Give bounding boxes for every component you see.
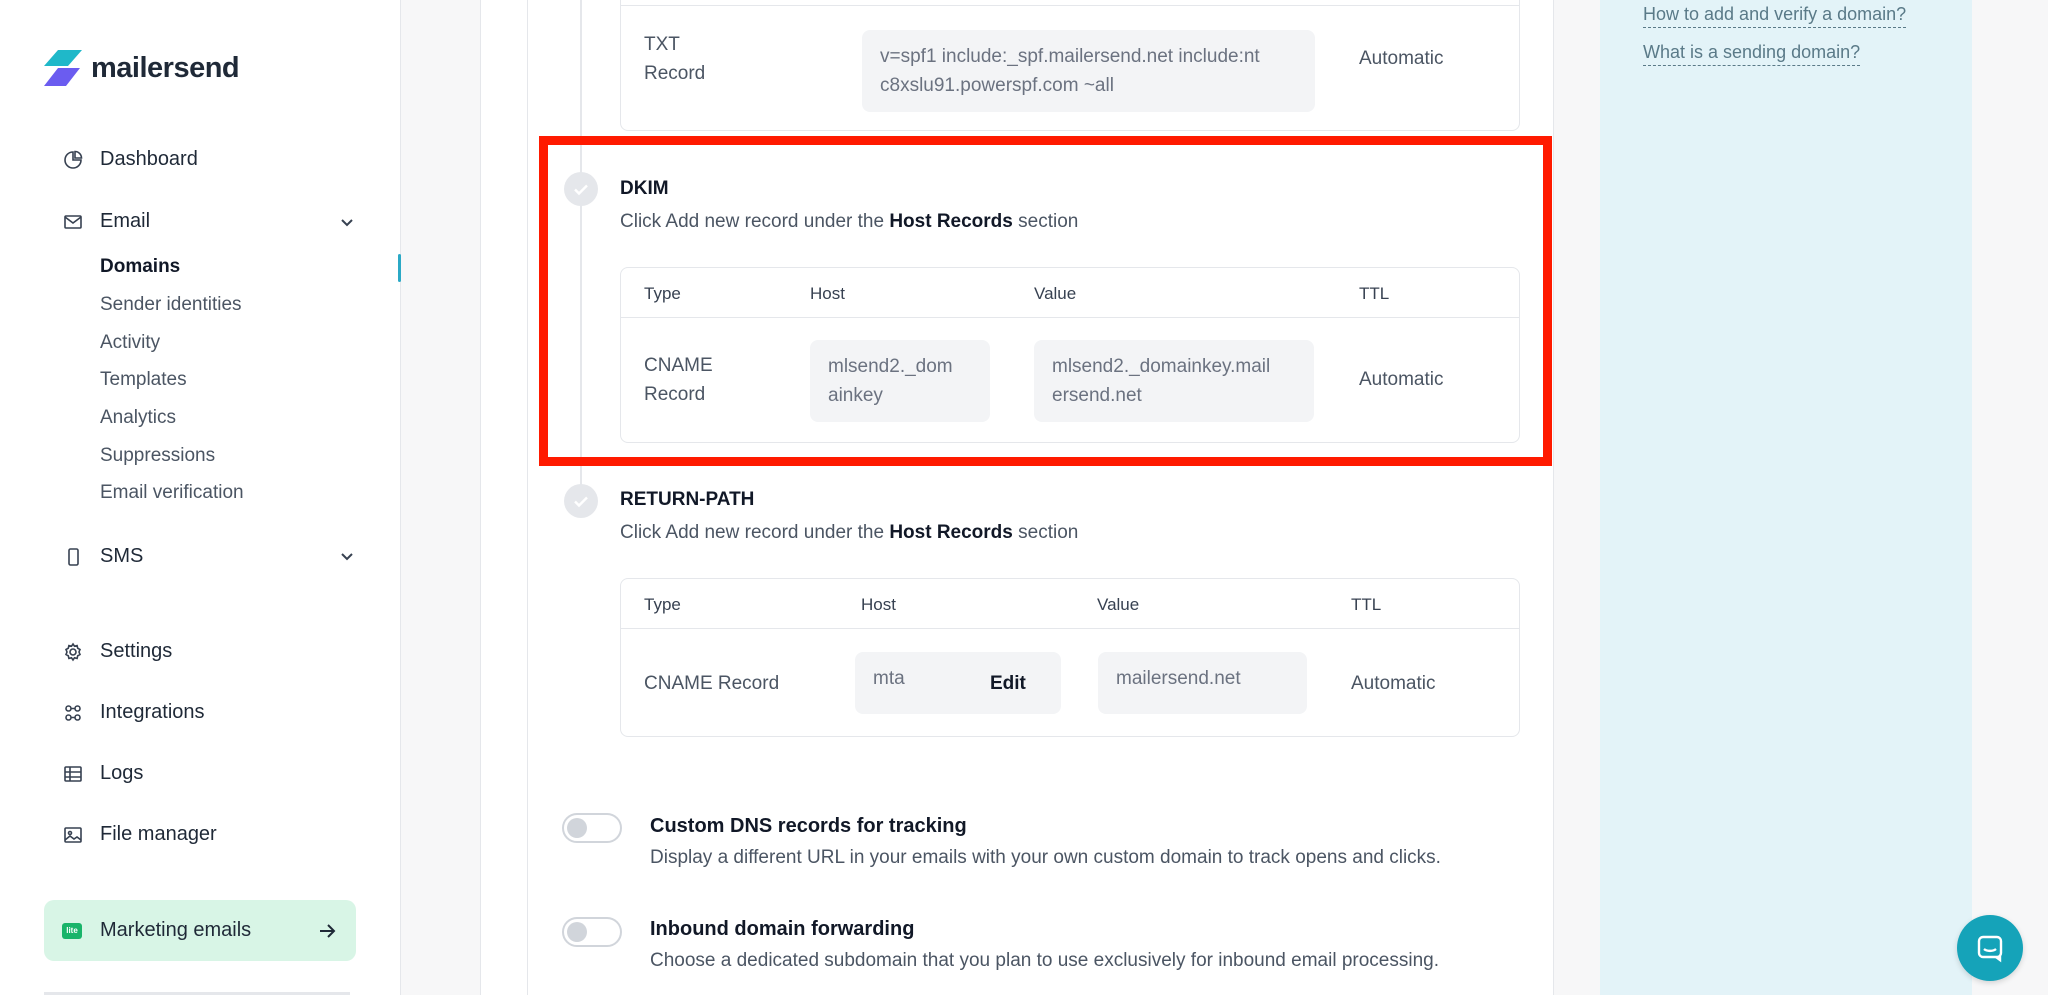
marketing-emails-label: Marketing emails — [100, 919, 252, 941]
arrow-right-icon — [320, 924, 336, 938]
sidebar-sub-email-verification[interactable]: Email verification — [100, 482, 244, 504]
return-path-step-check — [564, 484, 598, 518]
spf-type-cell: TXT Record — [644, 34, 706, 84]
spf-value-field[interactable]: v=spf1 include:_spf.mailersend.net inclu… — [862, 30, 1315, 112]
sidebar-item-label: SMS — [100, 545, 144, 567]
chat-icon — [1977, 935, 2003, 963]
return-path-title: RETURN-PATH — [620, 489, 755, 510]
chevron-down-icon[interactable] — [337, 546, 357, 566]
inbound-forwarding-toggle[interactable] — [562, 917, 622, 947]
help-panel: How to add and verify a domain? What is … — [1600, 0, 1972, 995]
sidebar-item-label: Integrations — [100, 701, 205, 723]
return-path-value-field[interactable]: mailersend.net — [1098, 652, 1307, 714]
chat-button[interactable] — [1957, 915, 2023, 981]
image-icon — [62, 824, 84, 846]
sidebar-item-sms[interactable]: SMS — [62, 545, 143, 568]
active-indicator — [398, 254, 401, 282]
sidebar-item-label: Settings — [100, 640, 173, 662]
sidebar-item-label: Email — [100, 210, 151, 232]
sidebar-item-label: File manager — [100, 823, 217, 845]
check-icon — [574, 496, 588, 508]
lite-badge-icon: lite — [62, 922, 82, 939]
inbound-forwarding-description: Choose a dedicated subdomain that you pl… — [650, 950, 1439, 971]
marketing-emails-button[interactable]: lite Marketing emails — [44, 900, 356, 961]
sidebar-item-integrations[interactable]: Integrations — [62, 701, 205, 724]
sidebar: mailersend Dashboard Email Domains Sende… — [0, 0, 401, 995]
sidebar-sub-activity[interactable]: Activity — [100, 332, 160, 354]
return-path-ttl-cell: Automatic — [1351, 673, 1436, 694]
table-icon — [62, 763, 84, 785]
sidebar-item-logs[interactable]: Logs — [62, 762, 143, 785]
host-value: mta — [873, 668, 905, 689]
return-path-record-table: Type Host Value TTL CNAME Record mta Edi… — [620, 578, 1520, 737]
help-link-sending-domain[interactable]: What is a sending domain? — [1643, 42, 1861, 66]
return-path-type-cell: CNAME Record — [644, 673, 780, 694]
col-type: Type — [644, 595, 681, 614]
sidebar-sub-suppressions[interactable]: Suppressions — [100, 445, 215, 467]
chevron-down-icon[interactable] — [337, 212, 357, 232]
table-divider — [621, 5, 1519, 6]
gear-icon — [62, 641, 84, 663]
col-host: Host — [861, 595, 896, 614]
edit-host-button[interactable]: Edit — [990, 669, 1026, 698]
col-value: Value — [1097, 595, 1140, 614]
brand-name: mailersend — [91, 51, 240, 84]
sidebar-item-dashboard[interactable]: Dashboard — [62, 148, 198, 171]
dashboard-icon — [62, 149, 84, 171]
mailersend-logo-icon — [44, 50, 82, 86]
sidebar-sub-analytics[interactable]: Analytics — [100, 407, 176, 429]
sidebar-sub-templates[interactable]: Templates — [100, 369, 187, 391]
return-path-description: Click Add new record under the Host Reco… — [620, 522, 1079, 543]
sidebar-item-label: Logs — [100, 762, 144, 784]
sidebar-item-settings[interactable]: Settings — [62, 640, 172, 663]
sidebar-sub-sender-identities[interactable]: Sender identities — [100, 294, 242, 316]
spf-ttl-cell: Automatic — [1359, 48, 1444, 69]
highlight-box — [539, 136, 1552, 466]
sidebar-sub-domains[interactable]: Domains — [100, 256, 180, 278]
spf-record-table: TXT Record v=spf1 include:_spf.mailersend… — [620, 0, 1520, 131]
return-path-host-field[interactable]: mta Edit — [855, 652, 1061, 714]
sidebar-item-label: Dashboard — [100, 148, 198, 170]
integrations-icon — [62, 702, 84, 724]
mailersend-logo[interactable]: mailersend — [44, 50, 240, 86]
custom-dns-toggle[interactable] — [562, 813, 622, 843]
sidebar-item-file-manager[interactable]: File manager — [62, 823, 217, 846]
sidebar-item-email[interactable]: Email — [62, 210, 150, 233]
custom-dns-title: Custom DNS records for tracking — [650, 815, 967, 837]
mail-icon — [62, 211, 84, 233]
phone-icon — [62, 546, 84, 568]
table-header: Type Host Value TTL — [621, 579, 1519, 629]
custom-dns-description: Display a different URL in your emails w… — [650, 847, 1441, 868]
col-ttl: TTL — [1351, 595, 1382, 614]
inbound-forwarding-title: Inbound domain forwarding — [650, 918, 915, 940]
help-link-add-verify-domain[interactable]: How to add and verify a domain? — [1643, 4, 1907, 28]
